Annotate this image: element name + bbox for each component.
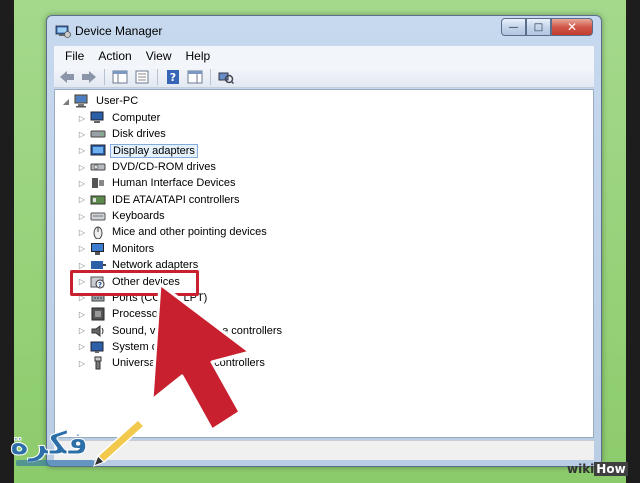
wikihow-how-text: How	[594, 462, 628, 476]
tree-item-keyboards[interactable]: ▷ Keyboards	[78, 208, 167, 224]
help-icon: ?	[167, 69, 179, 84]
tree-item-label: DVD/CD-ROM drives	[112, 161, 216, 174]
tree-item-label: Monitors	[112, 242, 155, 255]
toolbar-separator	[210, 68, 211, 85]
menu-help[interactable]: Help	[179, 49, 218, 63]
expand-icon[interactable]: ▷	[78, 261, 86, 270]
pointer-arrow	[150, 282, 252, 432]
disk-drive-icon	[90, 130, 106, 138]
console-tree-button[interactable]	[109, 67, 131, 87]
expand-icon[interactable]: ▷	[78, 163, 86, 172]
tree-item-monitors[interactable]: ▷ Monitors	[78, 241, 156, 257]
device-manager-icon	[55, 25, 71, 38]
wikihow-wiki-text: wiki	[567, 462, 595, 476]
menu-action[interactable]: Action	[91, 49, 138, 63]
toolbar-separator	[157, 68, 158, 85]
title-bar[interactable]: Device Manager — □ ✕	[47, 16, 601, 46]
expand-icon[interactable]: ▷	[78, 326, 86, 335]
processor-icon	[91, 307, 105, 321]
forward-icon	[82, 70, 96, 83]
usb-icon	[94, 356, 102, 370]
menu-bar: File Action View Help	[54, 46, 594, 66]
tree-item-dvd-cd-rom-drives[interactable]: ▷ DVD/CD-ROM drives	[78, 159, 218, 175]
mouse-icon	[93, 226, 103, 240]
tree-item-label: Disk drives	[112, 128, 166, 141]
properties-icon	[135, 70, 149, 83]
expand-icon[interactable]: ▷	[78, 146, 86, 155]
tree-item-disk-drives[interactable]: ▷ Disk drives	[78, 126, 168, 142]
expand-icon[interactable]: ▷	[78, 359, 86, 368]
back-icon	[60, 70, 74, 83]
scan-hardware-button[interactable]	[215, 67, 237, 87]
sound-icon	[91, 324, 104, 337]
tree-item-label: Display adapters	[110, 143, 198, 158]
window-title: Device Manager	[75, 24, 163, 38]
display-adapter-icon	[90, 144, 106, 156]
keyboard-icon	[90, 212, 106, 221]
show-hide-console-tree-icon	[112, 70, 128, 83]
help-button[interactable]: ?	[162, 67, 184, 87]
tree-root-label: User-PC	[96, 95, 139, 107]
close-button[interactable]: ✕	[551, 18, 593, 36]
back-button[interactable]	[56, 67, 78, 87]
tree-root[interactable]: ◢ User-PC	[62, 93, 140, 109]
menu-file[interactable]: File	[58, 49, 91, 63]
tree-item-ide-ata-atapi-controllers[interactable]: ▷ IDE ATA/ATAPI controllers	[78, 192, 242, 208]
tree-item-label: Keyboards	[112, 210, 165, 223]
scan-hardware-icon	[218, 72, 234, 84]
expand-icon[interactable]: ▷	[78, 212, 86, 221]
collapse-icon[interactable]: ◢	[62, 97, 70, 106]
expand-icon[interactable]: ▷	[78, 130, 86, 139]
expand-icon[interactable]: ▷	[78, 310, 86, 319]
tree-item-mice-and-other-pointing-devices[interactable]: ▷ Mice and other pointing devices	[78, 224, 269, 240]
expand-icon[interactable]: ▷	[78, 228, 86, 237]
forward-button[interactable]	[78, 67, 100, 87]
site-logo: فكرة	[10, 418, 146, 467]
maximize-button[interactable]: □	[526, 18, 551, 36]
svg-text:?: ?	[170, 71, 176, 84]
expand-icon[interactable]: ▷	[78, 244, 86, 253]
hid-icon	[92, 178, 104, 189]
minimize-button[interactable]: —	[501, 18, 526, 36]
tree-item-label: Computer	[112, 112, 161, 124]
tree-item-label: Human Interface Devices	[112, 177, 236, 190]
wikihow-watermark: wiki How	[567, 462, 640, 482]
tree-item-computer[interactable]: ▷ Computer	[78, 110, 162, 126]
tree-item-display-adapters[interactable]: ▷ Display adapters	[78, 143, 198, 159]
action-pane-button[interactable]	[184, 67, 206, 87]
expand-icon[interactable]: ▷	[78, 342, 86, 351]
ide-controller-icon	[90, 195, 106, 205]
toolbar-separator	[104, 68, 105, 85]
expand-icon[interactable]: ▷	[78, 114, 86, 123]
tree-item-human-interface-devices[interactable]: ▷ Human Interface Devices	[78, 175, 238, 191]
action-pane-icon	[187, 70, 203, 83]
toolbar: ?	[54, 66, 594, 88]
window-controls: — □ ✕	[501, 18, 593, 37]
menu-view[interactable]: View	[139, 49, 179, 63]
logo-text: فكرة	[10, 424, 88, 462]
expand-icon[interactable]: ▷	[78, 179, 86, 188]
computer-root-icon	[74, 94, 88, 108]
properties-button[interactable]	[131, 67, 153, 87]
system-device-icon	[90, 341, 104, 353]
computer-icon	[90, 111, 104, 123]
dvd-drive-icon	[90, 163, 106, 171]
tree-item-label: IDE ATA/ATAPI controllers	[112, 193, 240, 206]
monitor-icon	[91, 242, 104, 255]
expand-icon[interactable]: ▷	[78, 195, 86, 204]
tree-item-label: Mice and other pointing devices	[112, 226, 267, 239]
